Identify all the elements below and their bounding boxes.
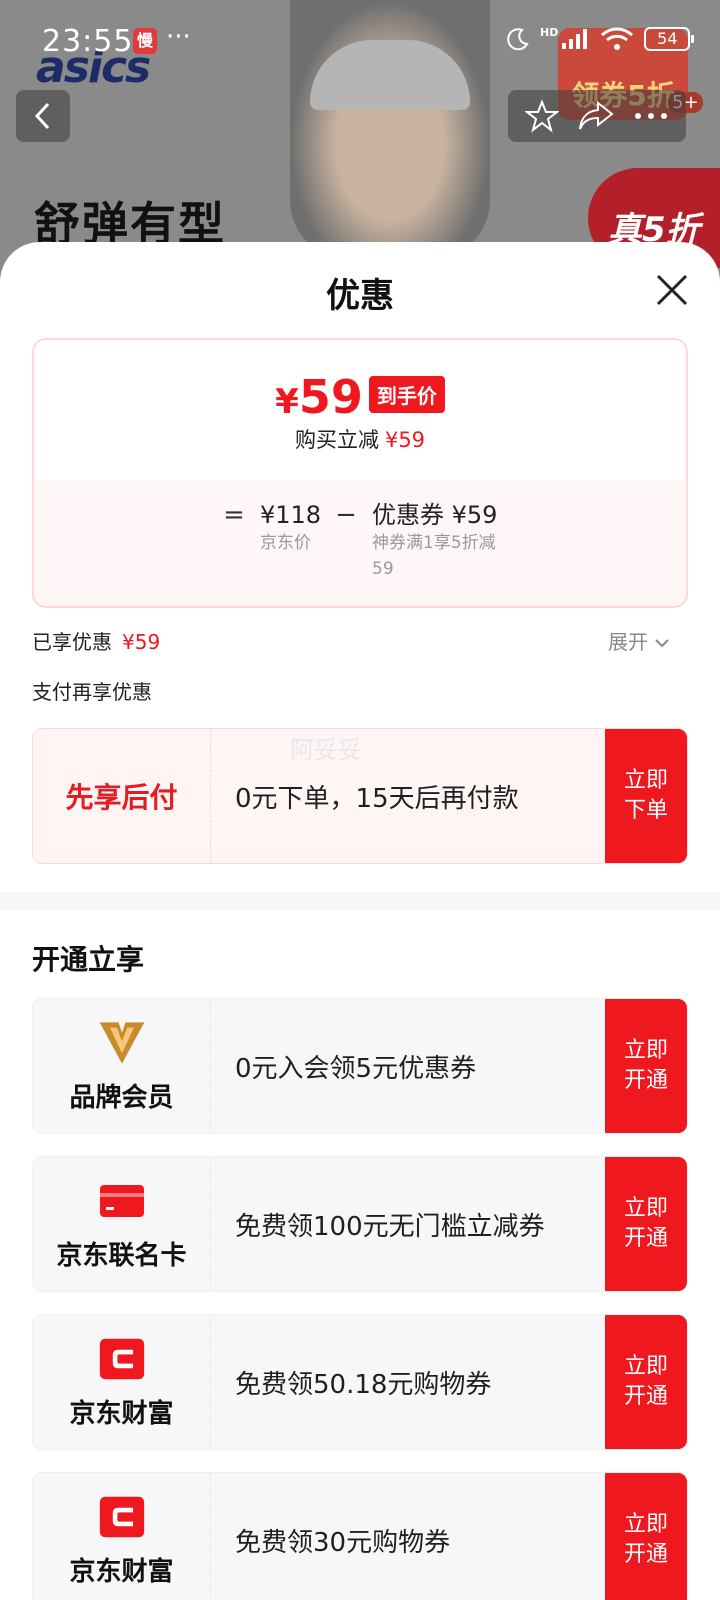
status-icons: HD 54 <box>504 25 695 52</box>
offer-left: 京东联名卡 <box>33 1157 211 1291</box>
battery-indicator: 54 <box>644 27 695 51</box>
network-label: HD <box>540 25 559 39</box>
offer-left: 京东财富 <box>33 1473 211 1600</box>
price-summary: ¥59 到手价 购买立减 ¥59 <box>34 340 686 480</box>
enjoyed-label: 已享优惠 <box>32 630 112 654</box>
activate-button[interactable]: 立即开通 <box>605 999 687 1133</box>
base-price-term: ¥118 京东价 <box>260 500 322 556</box>
discount-sheet: 优惠 ¥59 到手价 购买立减 ¥59 = ¥118 京东价 − 优惠券 ¥59 神… <box>0 242 720 1600</box>
coupon-note: 神券满1享5折减59 <box>372 533 496 579</box>
offer-card-wealth[interactable]: 京东财富 免费领50.18元购物券 立即开通 <box>32 1314 688 1450</box>
expand-button[interactable]: 展开 <box>608 626 670 655</box>
reduction-label: 购买立减 <box>294 428 379 452</box>
offer-label: 京东财富 <box>69 1556 174 1587</box>
offer-label: 京东财富 <box>69 1398 174 1429</box>
formula-row: = ¥118 京东价 − 优惠券 ¥59 神券满1享5折减59 <box>222 500 498 582</box>
price-card: ¥59 到手价 购买立减 ¥59 = ¥118 京东价 − 优惠券 ¥59 神券满1… <box>32 338 688 608</box>
wifi-icon <box>601 27 634 50</box>
wealth-icon <box>98 1493 146 1541</box>
base-price-value: ¥118 <box>260 501 322 529</box>
share-icon[interactable] <box>578 99 614 133</box>
status-time: 23:55 <box>42 24 134 59</box>
base-price-note: 京东价 <box>260 533 311 553</box>
sheet-title: 优惠 <box>326 276 394 316</box>
enjoyed-value: ¥59 <box>122 630 161 654</box>
activate-button[interactable]: 立即开通 <box>605 1315 687 1449</box>
brand-v-icon <box>98 1019 146 1067</box>
activate-button[interactable]: 立即开通 <box>605 1157 687 1291</box>
star-icon[interactable] <box>525 99 560 133</box>
equals-sign: = <box>223 500 245 530</box>
offer-card-co-brand-card[interactable]: 京东联名卡 免费领100元无门槛立减券 立即开通 <box>32 1156 688 1292</box>
status-bar: 23:55 慢 ··· HD 54 <box>0 0 720 84</box>
price-amount: 59 <box>298 370 363 424</box>
order-now-button[interactable]: 立即下单 <box>605 729 687 863</box>
signal-icon <box>562 29 588 49</box>
bnpl-desc: 0元下单，15天后再付款 <box>235 783 519 814</box>
offer-card-wealth-2[interactable]: 京东财富 免费领30元购物券 立即开通 <box>32 1472 688 1600</box>
offer-desc: 0元入会领5元优惠券 <box>235 1053 477 1084</box>
watermark: 阿妥妥 <box>290 736 362 764</box>
app-indicator: 慢 <box>133 28 157 54</box>
price-tag: 到手价 <box>368 376 445 413</box>
enjoyed-discount: 已享优惠 ¥59 <box>32 626 160 655</box>
coupon-term: 优惠券 ¥59 神券满1享5折减59 <box>372 500 498 582</box>
wealth-icon <box>98 1335 146 1383</box>
currency-symbol: ¥ <box>275 382 299 422</box>
section-title: 开通立享 <box>32 943 145 976</box>
offer-label: 京东联名卡 <box>56 1240 187 1271</box>
section-divider <box>0 892 720 910</box>
price-reduction: 购买立减 ¥59 <box>34 424 686 454</box>
offer-label: 品牌会员 <box>69 1082 174 1113</box>
activate-button[interactable]: 立即开通 <box>605 1473 687 1600</box>
price-formula: = ¥118 京东价 − 优惠券 ¥59 神券满1享5折减59 <box>34 480 686 606</box>
back-button[interactable] <box>16 90 70 142</box>
offer-card-brand-member[interactable]: 品牌会员 0元入会领5元优惠券 立即开通 <box>32 998 688 1134</box>
final-price: ¥59 到手价 <box>34 370 686 424</box>
more-icon[interactable] <box>633 111 669 121</box>
pay-more-label: 支付再享优惠 <box>32 680 152 704</box>
offer-desc: 免费领30元购物券 <box>235 1527 451 1558</box>
close-icon[interactable] <box>652 270 692 310</box>
chevron-left-icon <box>34 102 50 130</box>
nav-actions <box>508 90 686 142</box>
card-icon <box>98 1177 146 1225</box>
offer-desc: 免费领50.18元购物券 <box>235 1369 492 1400</box>
moon-icon <box>507 28 529 51</box>
offer-desc: 免费领100元无门槛立减券 <box>235 1211 545 1242</box>
offer-left: 品牌会员 <box>33 999 211 1133</box>
offer-left: 京东财富 <box>33 1315 211 1449</box>
chevron-down-icon <box>655 639 670 648</box>
expand-label: 展开 <box>608 630 648 654</box>
bnpl-title: 先享后付 <box>33 729 211 863</box>
status-overflow: ··· <box>166 22 191 52</box>
coupon-value: 优惠券 ¥59 <box>372 501 498 529</box>
reduction-value: ¥59 <box>384 428 426 452</box>
minus-sign: − <box>335 500 357 530</box>
